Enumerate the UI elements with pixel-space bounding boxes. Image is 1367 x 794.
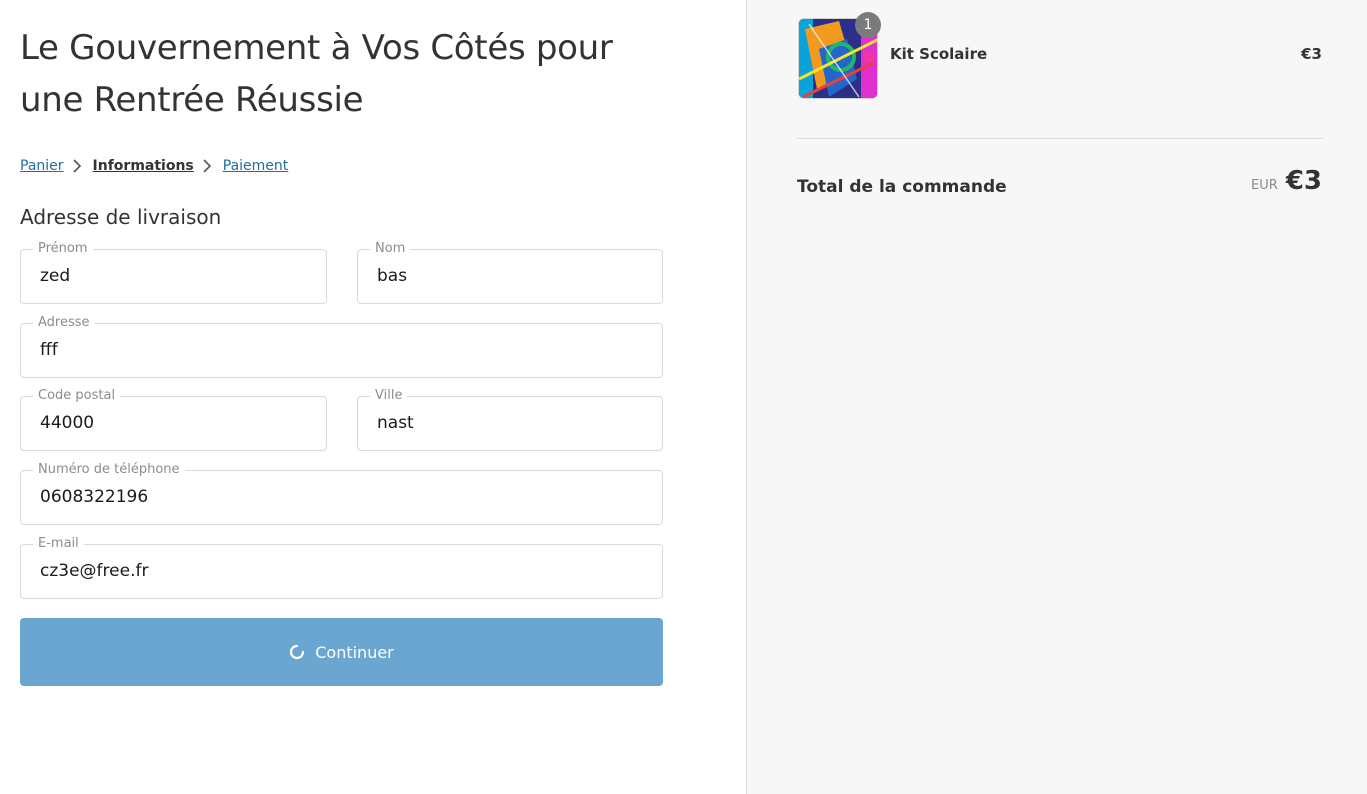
first-name-label: Prénom xyxy=(33,241,93,257)
first-name-field[interactable]: Prénom xyxy=(20,241,327,304)
city-input[interactable] xyxy=(377,411,650,435)
first-name-input[interactable] xyxy=(40,264,314,288)
address-input[interactable] xyxy=(40,338,650,362)
quantity-badge: 1 xyxy=(855,12,881,38)
city-field[interactable]: Ville xyxy=(357,388,663,451)
postal-code-input[interactable] xyxy=(40,411,314,435)
breadcrumb: Panier Informations Paiement xyxy=(20,156,288,176)
last-name-label: Nom xyxy=(370,241,411,257)
phone-input[interactable] xyxy=(40,485,650,509)
order-summary: 1 Kit Scolaire €3 Total de la commande E… xyxy=(746,0,1367,794)
product-price: €3 xyxy=(1301,45,1322,63)
order-total-value: €3 xyxy=(1285,166,1322,196)
address-label: Adresse xyxy=(33,315,95,331)
product-name: Kit Scolaire xyxy=(890,45,988,63)
summary-divider xyxy=(797,138,1323,139)
chevron-right-icon xyxy=(194,156,223,176)
breadcrumb-information-current: Informations xyxy=(92,158,194,174)
continue-button[interactable]: Continuer xyxy=(20,618,663,686)
spinner-icon xyxy=(289,644,305,660)
shipping-address-heading: Adresse de livraison xyxy=(20,205,222,229)
phone-label: Numéro de téléphone xyxy=(33,462,185,478)
breadcrumb-cart-link[interactable]: Panier xyxy=(20,158,64,174)
chevron-right-icon xyxy=(64,156,93,176)
city-label: Ville xyxy=(370,388,408,404)
order-total-amount: EUR €3 xyxy=(1251,166,1322,196)
phone-field[interactable]: Numéro de téléphone xyxy=(20,462,663,525)
currency-code: EUR xyxy=(1251,178,1278,193)
checkout-page: Le Gouvernement à Vos Côtés pour une Ren… xyxy=(0,0,1367,794)
last-name-field[interactable]: Nom xyxy=(357,241,663,304)
postal-code-label: Code postal xyxy=(33,388,121,404)
checkout-main: Le Gouvernement à Vos Côtés pour une Ren… xyxy=(0,0,746,794)
breadcrumb-payment-link[interactable]: Paiement xyxy=(223,158,289,174)
email-input[interactable] xyxy=(40,559,650,583)
last-name-input[interactable] xyxy=(377,264,650,288)
shop-title[interactable]: Le Gouvernement à Vos Côtés pour une Ren… xyxy=(20,22,660,126)
postal-code-field[interactable]: Code postal xyxy=(20,388,327,451)
continue-button-label: Continuer xyxy=(315,642,394,662)
email-field[interactable]: E-mail xyxy=(20,536,663,599)
address-field[interactable]: Adresse xyxy=(20,315,663,378)
email-label: E-mail xyxy=(33,536,84,552)
order-total-label: Total de la commande xyxy=(797,177,1007,197)
